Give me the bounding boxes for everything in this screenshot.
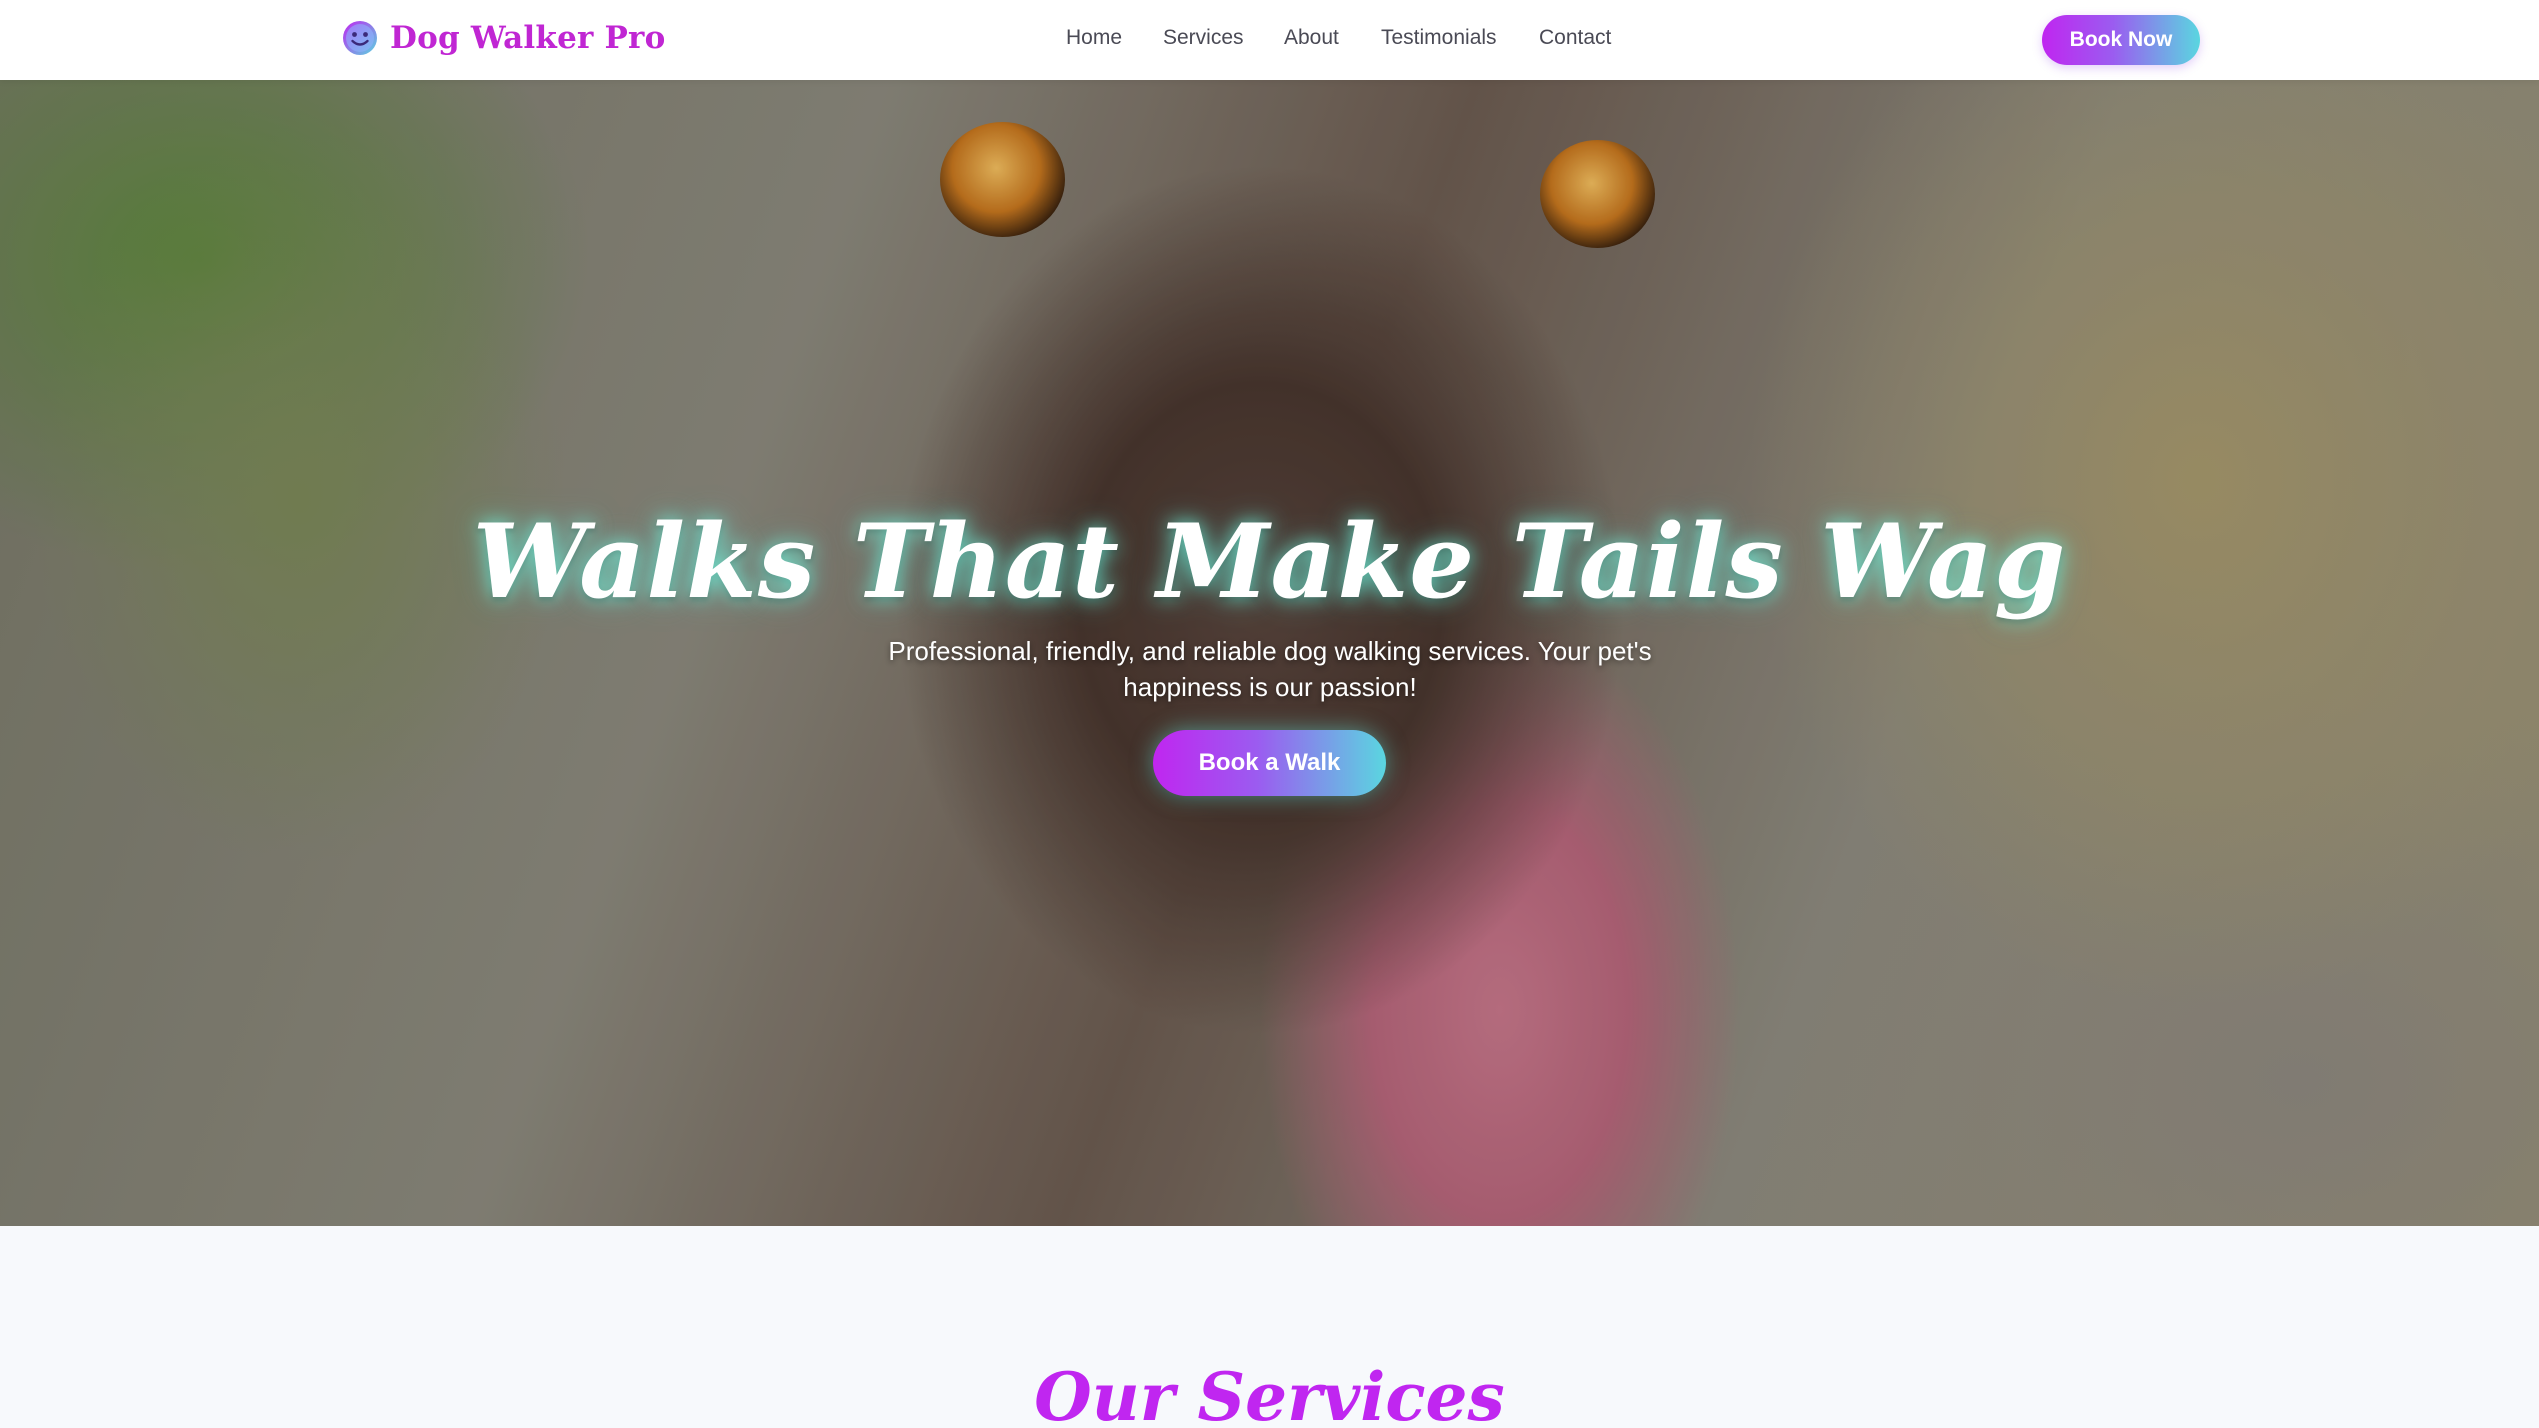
brand-logo-link[interactable]: Dog Walker Pro	[340, 18, 665, 58]
book-a-walk-button[interactable]: Book a Walk	[1153, 730, 1386, 796]
smiley-face-icon	[343, 21, 377, 55]
site-header: Dog Walker Pro Home Services About Testi…	[0, 0, 2539, 80]
nav-link-about[interactable]: About	[1284, 26, 1339, 50]
services-section: Our Services	[0, 1226, 2539, 1428]
book-now-button[interactable]: Book Now	[2042, 15, 2200, 65]
nav-item-about: About	[1284, 26, 1339, 50]
nav-link-services[interactable]: Services	[1163, 26, 1244, 50]
services-title: Our Services	[1034, 1358, 1505, 1428]
hero-subtitle: Professional, friendly, and reliable dog…	[888, 636, 1652, 702]
nav-item-contact: Contact	[1539, 26, 1611, 50]
nav-link-home[interactable]: Home	[1066, 26, 1122, 50]
nav-item-home: Home	[1066, 26, 1122, 50]
nav-item-testimonials: Testimonials	[1381, 26, 1497, 50]
nav-link-testimonials[interactable]: Testimonials	[1381, 26, 1497, 50]
hero-title: Walks That Make Tails Wag	[472, 502, 2067, 622]
nav-item-services: Services	[1163, 26, 1244, 50]
hero-section: Walks That Make Tails Wag Professional, …	[0, 80, 2539, 1226]
brand-name: Dog Walker Pro	[390, 20, 666, 56]
nav-link-contact[interactable]: Contact	[1539, 26, 1611, 50]
